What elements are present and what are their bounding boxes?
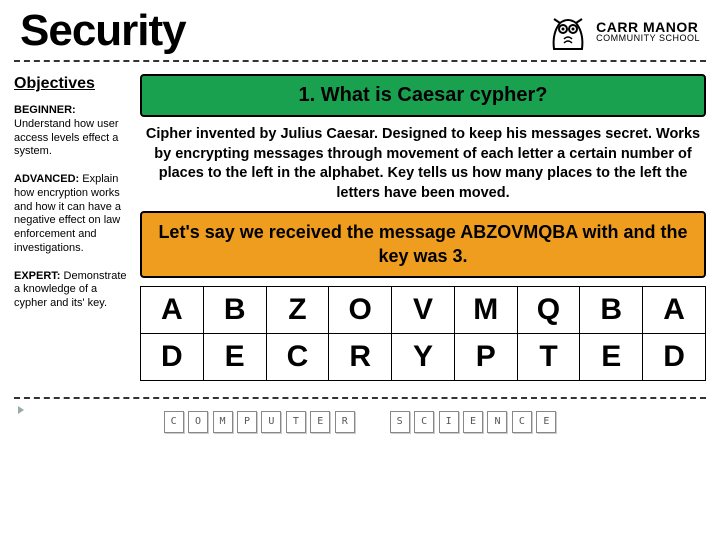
advanced-text: Explain how encryption works and how it … [14,173,121,254]
beginner-text: Understand how user access levels effect… [14,118,119,158]
cipher-row-encrypted: A B Z O V M Q B A [141,287,706,334]
cipher-row-decrypted: D E C R Y P T E D [141,334,706,381]
example-banner: Let's say we received the message ABZOVM… [140,211,706,278]
school-name-top: CARR MANOR [596,20,700,34]
cell: A [141,287,204,334]
page-title: Security [20,6,186,56]
school-logo: CARR MANOR COMMUNITY SCHOOL [546,9,700,53]
cell: Y [392,334,455,381]
cell: A [643,287,706,334]
tile: R [335,411,355,433]
tile: O [188,411,208,433]
advanced-label: ADVANCED: [14,173,79,185]
tile: I [439,411,459,433]
beginner-label: BEGINNER: [14,104,76,116]
objective-beginner: BEGINNER: Understand how user access lev… [14,104,132,159]
cell: R [329,334,392,381]
tile: E [463,411,483,433]
tile: U [261,411,281,433]
question-banner: 1. What is Caesar cypher? [140,74,706,117]
tile: C [414,411,434,433]
objective-advanced: ADVANCED: Explain how encryption works a… [14,173,132,256]
cell: Q [517,287,580,334]
cell: D [643,334,706,381]
cell: B [203,287,266,334]
tile: S [390,411,410,433]
cell: C [266,334,329,381]
tile: T [286,411,306,433]
school-name-bot: COMMUNITY SCHOOL [596,34,700,43]
cell: P [454,334,517,381]
header: Security CARR MANOR COMMUNITY SCHOOL [0,0,720,56]
content: Objectives BEGINNER: Understand how user… [0,66,720,385]
cell: T [517,334,580,381]
cipher-table: A B Z O V M Q B A D E C R Y P T E D [140,286,706,381]
tile: E [310,411,330,433]
cell: M [454,287,517,334]
arrow-icon [18,406,24,414]
cell: E [203,334,266,381]
divider-top [14,60,706,62]
cell: O [329,287,392,334]
tile: N [487,411,507,433]
tile: E [536,411,556,433]
expert-label: EXPERT: [14,270,60,282]
divider-bottom [14,397,706,399]
objectives-title: Objectives [14,74,132,94]
tile: P [237,411,257,433]
tile: M [213,411,233,433]
school-name: CARR MANOR COMMUNITY SCHOOL [596,20,700,43]
owl-icon [546,9,590,53]
cell: V [392,287,455,334]
cell: D [141,334,204,381]
objective-expert: EXPERT: Demonstrate a knowledge of a cyp… [14,270,132,311]
sidebar: Objectives BEGINNER: Understand how user… [14,70,132,381]
description-text: Cipher invented by Julius Caesar. Design… [140,125,706,203]
cell: E [580,334,643,381]
cell: Z [266,287,329,334]
footer-area: C O M P U T E R S C I E N C E [0,397,720,433]
main: 1. What is Caesar cypher? Cipher invente… [140,70,706,381]
cell: B [580,287,643,334]
tile: C [164,411,184,433]
tile: C [512,411,532,433]
footer-tiles: C O M P U T E R S C I E N C E [14,411,706,433]
